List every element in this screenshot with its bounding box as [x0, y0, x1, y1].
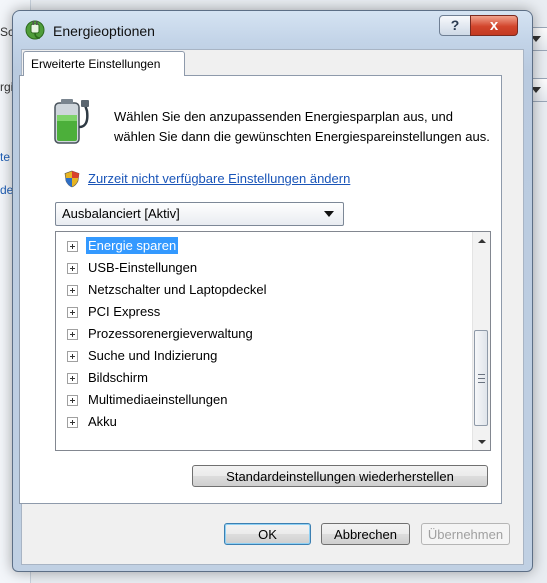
- scroll-up-arrow-icon[interactable]: [473, 232, 490, 249]
- scroll-down-arrow-icon[interactable]: [473, 433, 490, 450]
- background-link[interactable]: te: [0, 150, 10, 164]
- plan-description: Wählen Sie den anzupassenden Energiespar…: [114, 109, 490, 144]
- power-plug-icon: [25, 20, 45, 40]
- tab-label: Erweiterte Einstellungen: [31, 57, 161, 71]
- expand-plus-icon[interactable]: [67, 285, 78, 296]
- restore-defaults-button[interactable]: Standardeinstellungen wiederherstellen: [192, 465, 488, 487]
- expand-plus-icon[interactable]: [67, 307, 78, 318]
- tree-item-label: Netzschalter und Laptopdeckel: [88, 282, 267, 297]
- expand-plus-icon[interactable]: [67, 241, 78, 252]
- uac-shield-icon: [64, 170, 80, 188]
- tree-item-label: Energie sparen: [86, 237, 179, 254]
- apply-button[interactable]: Übernehmen: [421, 523, 510, 545]
- dialog-title: Energieoptionen: [53, 23, 155, 39]
- expand-plus-icon[interactable]: [67, 263, 78, 274]
- tree-item-label: Suche und Indizierung: [88, 348, 218, 363]
- close-button[interactable]: x: [470, 15, 518, 36]
- tree-item-label: Bildschirm: [88, 370, 148, 385]
- tree-item-label: USB-Einstellungen: [88, 260, 198, 275]
- cancel-button[interactable]: Abbrechen: [321, 523, 410, 545]
- ok-button[interactable]: OK: [224, 523, 311, 545]
- change-unavailable-settings-link[interactable]: Zurzeit nicht verfügbare Einstellungen ä…: [88, 171, 350, 186]
- power-plan-value: Ausbalanciert [Aktiv]: [62, 206, 180, 221]
- help-button[interactable]: ?: [439, 15, 471, 36]
- chevron-down-icon: [324, 211, 334, 217]
- battery-plug-icon: [54, 99, 89, 144]
- expand-plus-icon[interactable]: [67, 373, 78, 384]
- power-plan-select[interactable]: Ausbalanciert [Aktiv]: [55, 202, 344, 226]
- title-bar[interactable]: Energieoptionen ? x: [13, 11, 532, 47]
- expand-plus-icon[interactable]: [67, 417, 78, 428]
- expand-plus-icon[interactable]: [67, 351, 78, 362]
- scrollbar-thumb[interactable]: [474, 330, 488, 426]
- expand-plus-icon[interactable]: [67, 329, 78, 340]
- tree-item-label: Prozessorenergieverwaltung: [88, 326, 253, 341]
- tab-advanced-settings[interactable]: Erweiterte Einstellungen: [23, 51, 185, 76]
- tree-item-label: Akku: [88, 414, 117, 429]
- grip-icon: [478, 374, 485, 383]
- tree-item-label: Multimediaeinstellungen: [88, 392, 228, 407]
- expand-plus-icon[interactable]: [67, 395, 78, 406]
- tree-item-label: PCI Express: [88, 304, 161, 319]
- vertical-scrollbar[interactable]: [472, 232, 490, 450]
- settings-tree[interactable]: Energie sparen USB-Einstellungen Netzsch…: [55, 231, 491, 451]
